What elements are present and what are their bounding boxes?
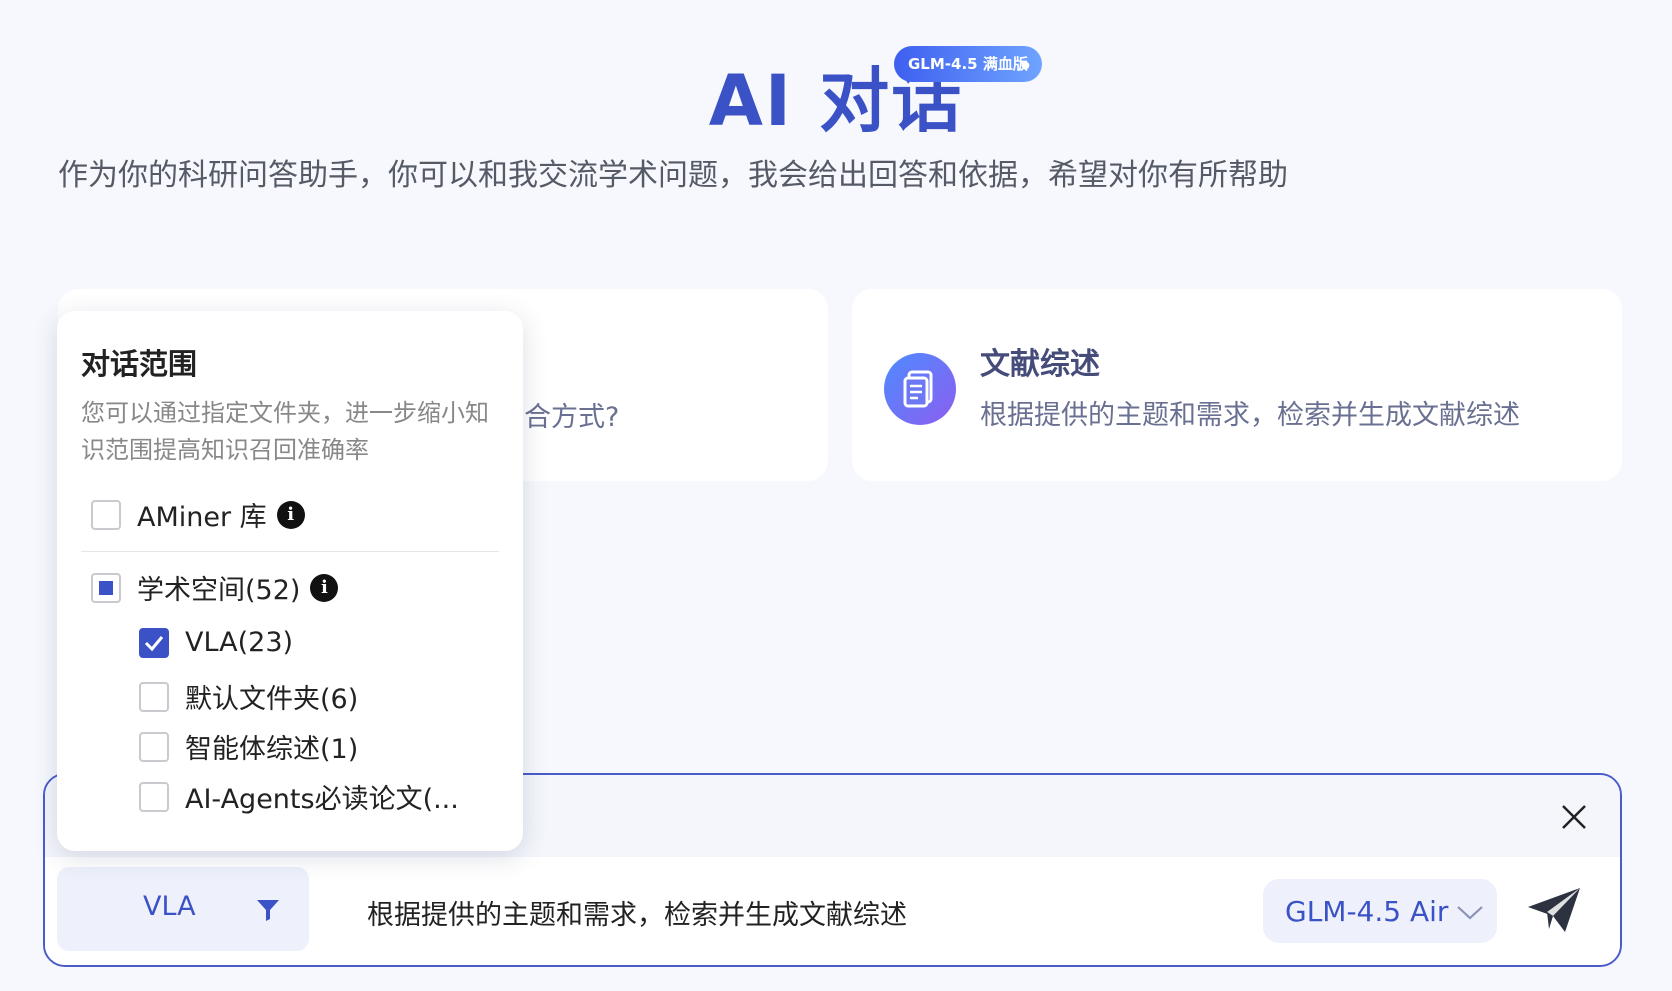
- scope-filter-button[interactable]: VLA: [57, 867, 309, 951]
- option-label: AMiner 库: [137, 502, 267, 533]
- folder-checkbox[interactable]: [139, 627, 169, 658]
- chevron-down-icon: [1456, 896, 1484, 929]
- model-badge-label: GLM-4.5 满血版: [908, 55, 1028, 73]
- folder-checkbox[interactable]: [139, 781, 169, 812]
- sparkle-icon: ●: [1021, 60, 1030, 71]
- info-icon[interactable]: i: [310, 573, 339, 602]
- input-row: VLA 根据提供的主题和需求，检索并生成文献综述 GLM-4.5 Air: [45, 857, 1620, 965]
- close-icon[interactable]: [1558, 801, 1590, 833]
- folder-item-ai-agents[interactable]: AI-Agents必读论文(...: [139, 777, 459, 816]
- model-select-label: GLM-4.5 Air: [1285, 894, 1449, 928]
- info-icon[interactable]: i: [276, 500, 305, 529]
- ai-chat-page: AI 对话 GLM-4.5 满血版 ● 作为你的科研问答助手，你可以和我交流学术…: [0, 0, 1672, 991]
- folder-label: 智能体综述(1): [185, 734, 359, 765]
- suggestion-card-literature-review[interactable]: 文献综述 根据提供的主题和需求，检索并生成文献综述: [852, 289, 1622, 481]
- card-title: 文献综述: [980, 347, 1100, 382]
- dropdown-title: 对话范围: [81, 347, 198, 381]
- folder-checkbox[interactable]: [139, 731, 169, 762]
- model-select[interactable]: GLM-4.5 Air: [1263, 879, 1497, 943]
- folder-item-agent-survey[interactable]: 智能体综述(1): [139, 727, 358, 766]
- dropdown-desc: 您可以通过指定文件夹，进一步缩小知识范围提高知识召回准确率: [81, 399, 489, 464]
- scope-option-aminer[interactable]: AMiner 库 i: [91, 495, 305, 534]
- folder-item-vla[interactable]: VLA(23): [139, 627, 293, 658]
- folder-label: AI-Agents必读论文(...: [185, 784, 459, 815]
- academic-space-checkbox[interactable]: [91, 572, 121, 603]
- scope-option-academic-space[interactable]: 学术空间(52) i: [91, 568, 339, 607]
- filter-icon: [255, 897, 281, 927]
- scope-dropdown: 对话范围 您可以通过指定文件夹，进一步缩小知识范围提高知识召回准确率 AMine…: [57, 311, 523, 851]
- aminer-checkbox[interactable]: [91, 499, 121, 530]
- option-label: 学术空间(52): [137, 575, 301, 606]
- chat-input[interactable]: 根据提供的主题和需求，检索并生成文献综述: [367, 893, 907, 932]
- folder-label: VLA(23): [185, 627, 294, 658]
- document-icon: [884, 353, 956, 425]
- folder-label: 默认文件夹(6): [185, 684, 359, 715]
- send-icon[interactable]: [1525, 885, 1583, 935]
- card-desc: 根据提供的主题和需求，检索并生成文献综述: [980, 400, 1520, 431]
- model-badge: GLM-4.5 满血版 ●: [894, 46, 1042, 82]
- header: AI 对话: [0, 45, 1672, 146]
- suggestion-card-left-desc: 合方式?: [524, 402, 620, 433]
- divider: [81, 551, 499, 552]
- folder-checkbox[interactable]: [139, 681, 169, 712]
- folder-item-default[interactable]: 默认文件夹(6): [139, 677, 358, 716]
- page-subtitle: 作为你的科研问答助手，你可以和我交流学术问题，我会给出回答和依据，希望对你有所帮…: [58, 158, 1288, 193]
- scope-filter-label: VLA: [143, 891, 196, 922]
